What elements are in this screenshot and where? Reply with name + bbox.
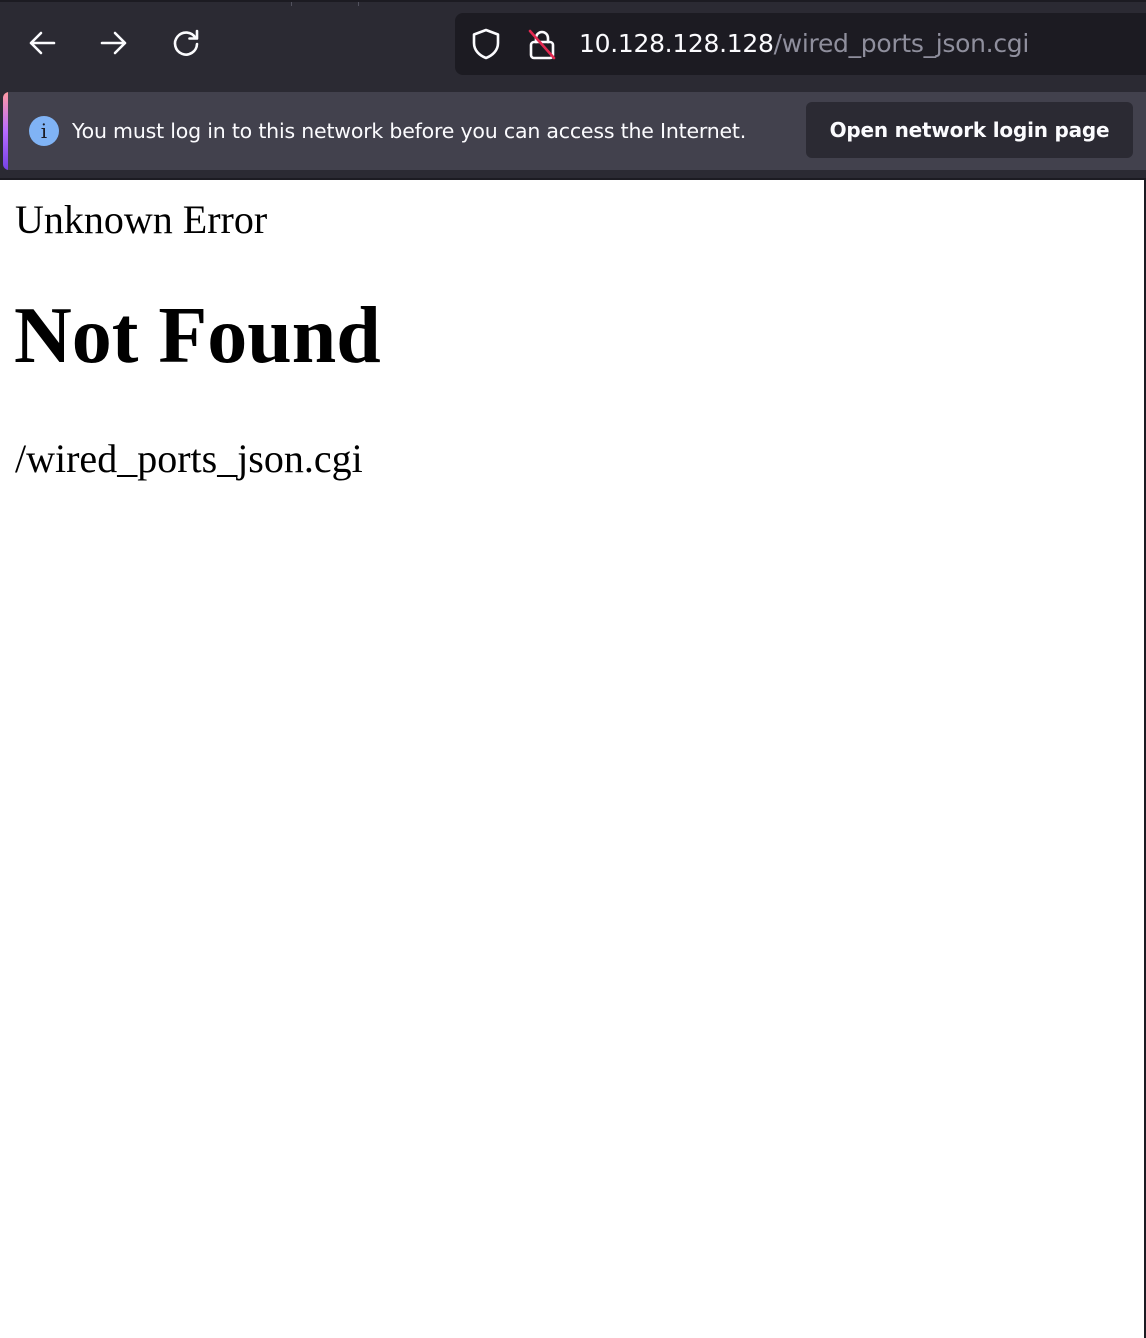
tracking-protection-button[interactable] [470,28,502,60]
info-icon: i [29,116,59,146]
arrow-right-icon [100,31,127,55]
notification-bar-container: i You must log in to this network before… [0,88,1146,178]
tab-separator [291,2,292,6]
back-button[interactable] [22,23,62,63]
notification-message: You must log in to this network before y… [72,119,747,143]
error-heading: Not Found [14,292,381,380]
site-security-button[interactable] [526,28,558,60]
error-path: /wired_ports_json.cgi [15,436,363,481]
url-host: 10.128.128.128 [579,29,774,58]
insecure-lock-icon [528,29,556,60]
page-content: Unknown Error Not Found /wired_ports_jso… [0,178,1146,1338]
open-network-login-button[interactable]: Open network login page [806,102,1133,158]
url-path: /wired_ports_json.cgi [773,29,1030,58]
shield-icon [472,28,500,60]
captive-portal-notification: i You must log in to this network before… [3,92,1146,170]
url-text[interactable]: 10.128.128.128/wired_ports_json.cgi [579,29,1029,59]
arrow-left-icon [29,31,56,55]
forward-button[interactable] [94,23,134,63]
tab-separator [358,2,359,6]
browser-toolbar: 10.128.128.128/wired_ports_json.cgi [0,0,1146,88]
error-title: Unknown Error [15,197,268,242]
notification-accent [3,92,8,170]
info-glyph: i [40,119,48,143]
reload-icon [173,29,199,56]
reload-button[interactable] [166,23,206,63]
address-bar[interactable]: 10.128.128.128/wired_ports_json.cgi [455,13,1146,75]
